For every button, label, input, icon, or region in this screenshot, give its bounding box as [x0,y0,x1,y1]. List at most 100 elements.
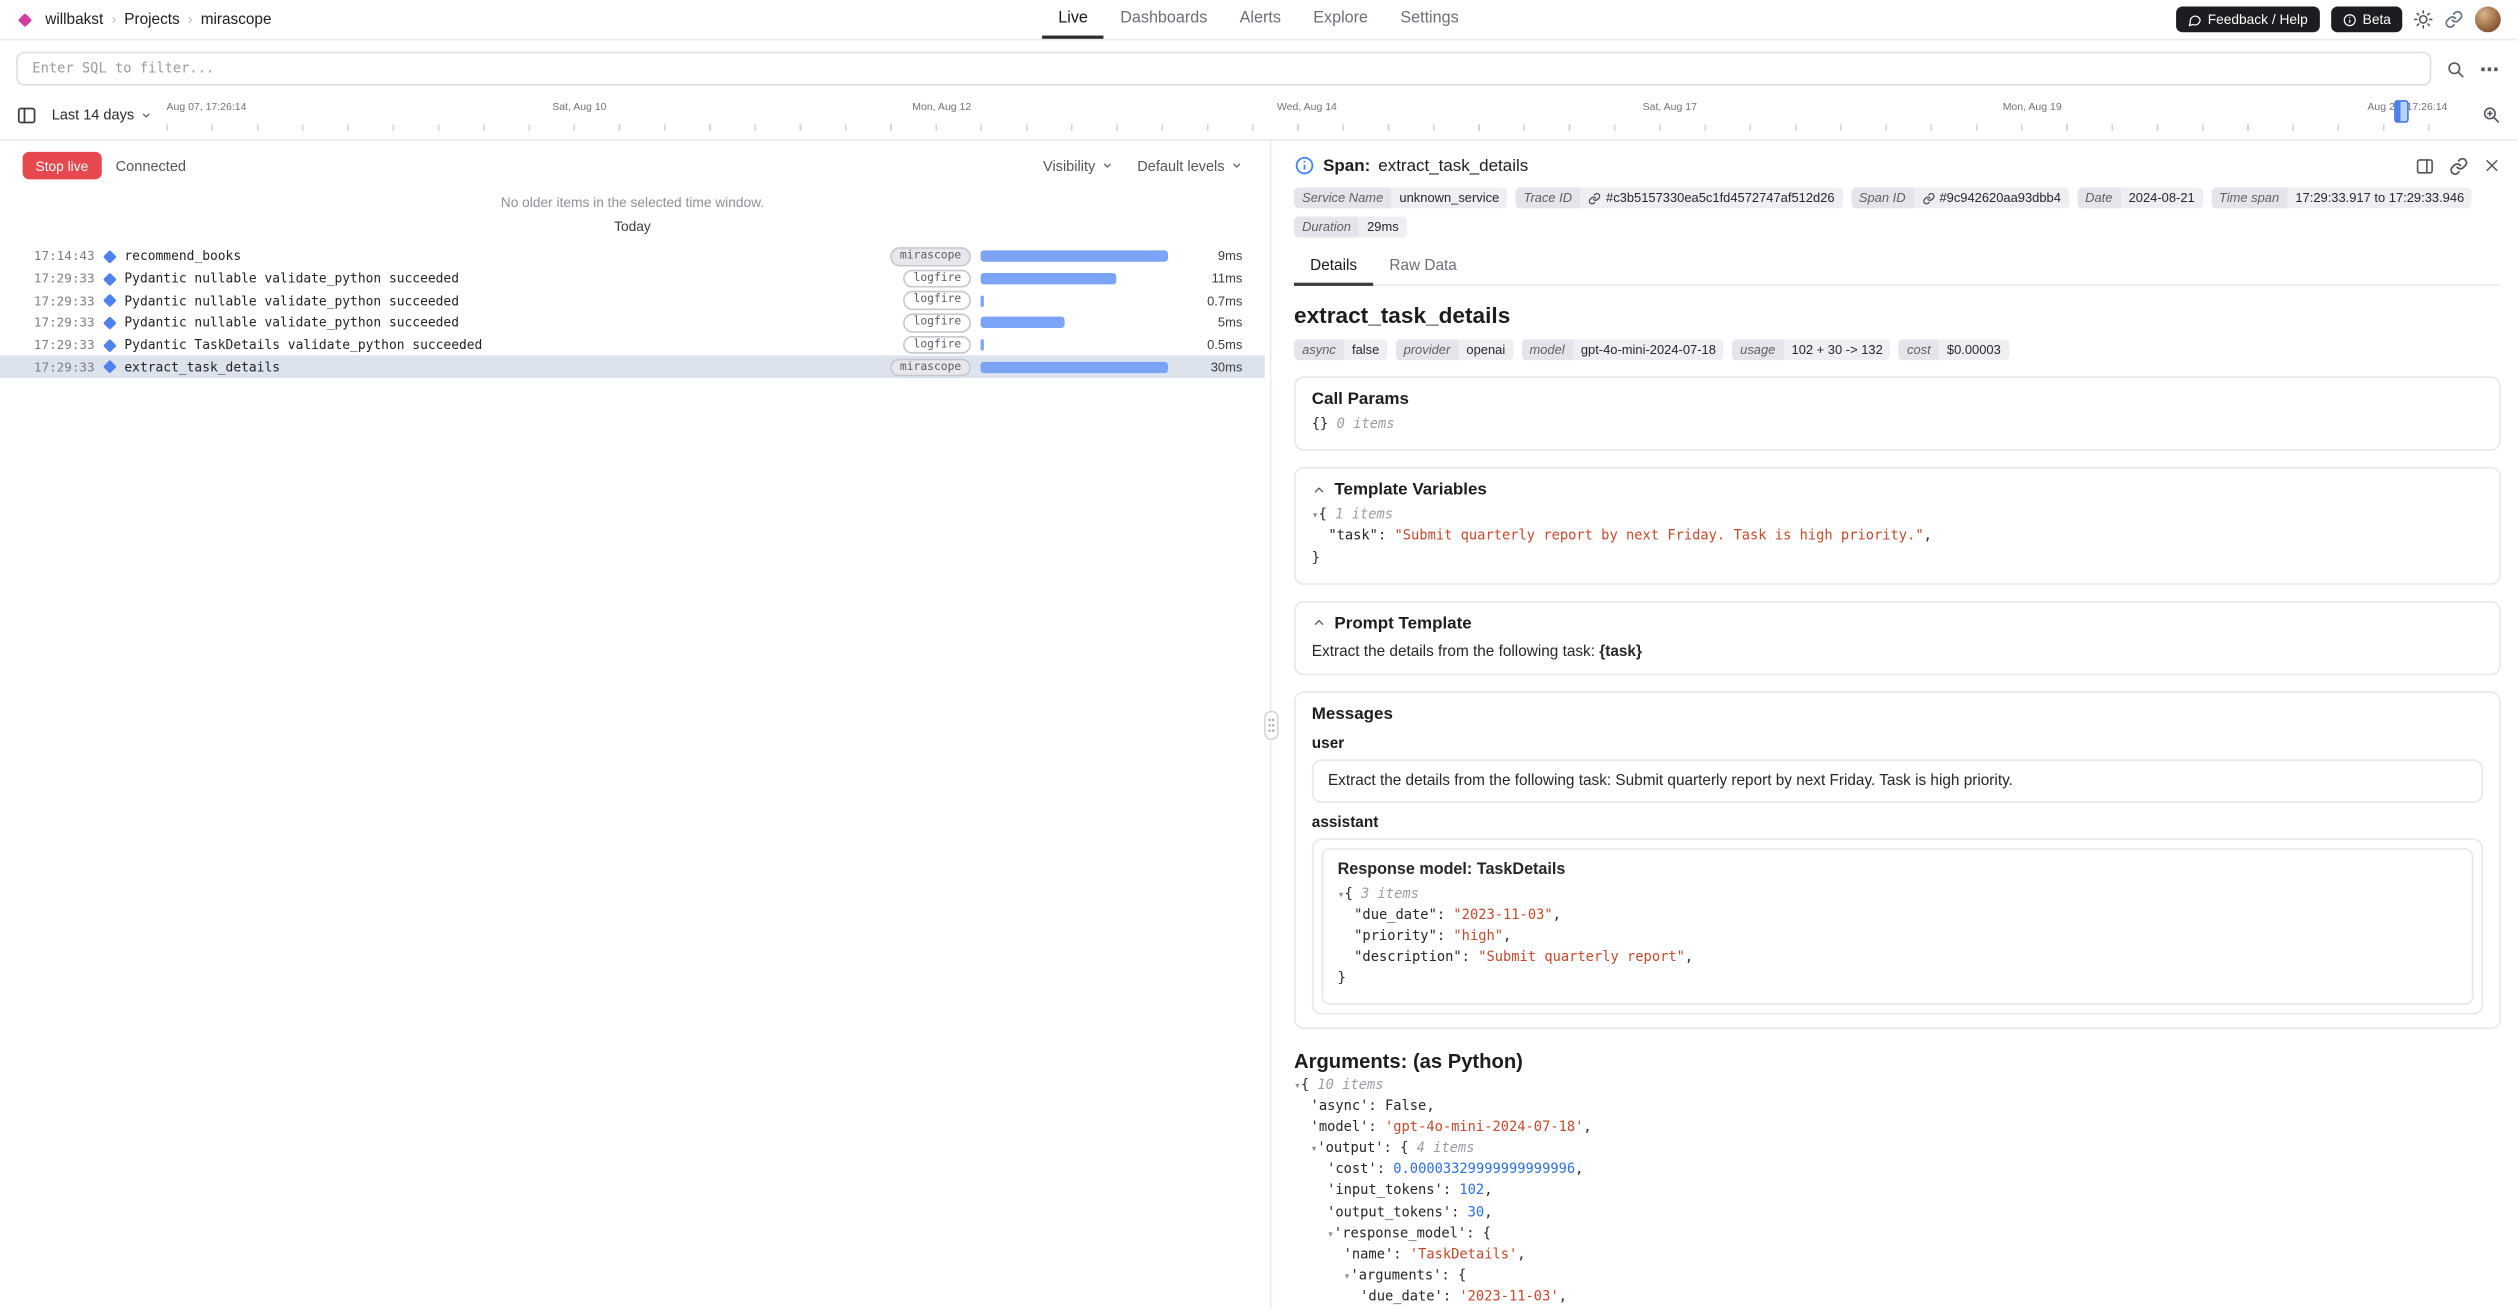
timeline-track[interactable]: Aug 07, 17:26:14Sat, Aug 10Mon, Aug 12We… [166,97,2466,133]
trace-duration-bar-track [981,312,1175,334]
dock-panel-icon[interactable] [2415,156,2434,175]
nav-tab-alerts[interactable]: Alerts [1223,0,1297,39]
trace-duration: 11ms [1184,271,1242,286]
timeline-tick-label: Wed, Aug 14 [1277,102,1337,113]
trace-tag-badge: logfire [904,314,971,333]
code-token: "description" [1338,950,1462,966]
search-icon[interactable] [2446,59,2465,78]
breadcrumb-separator: › [188,11,193,27]
code-token: 0.00003329999999999996 [1393,1162,1575,1178]
meta-badge: Duration29ms [1294,216,1407,237]
template-variables-title: Template Variables [1334,480,1486,499]
tab-details[interactable]: Details [1294,250,1373,286]
collapse-chevron-icon[interactable]: ▾ [1344,1270,1351,1283]
template-variables-toggle[interactable]: Template Variables [1312,480,2483,499]
beta-button[interactable]: Beta [2330,6,2402,32]
panel-resize-handle[interactable] [1265,141,1278,1309]
code-token: 'output' [1317,1141,1383,1157]
trace-duration-bar [981,339,984,350]
stop-live-button[interactable]: Stop live [23,152,102,179]
attribute-badge: asyncfalse [1294,339,1387,360]
trace-row[interactable]: 17:29:33extract_task_detailsmirascope30m… [0,356,1265,378]
trace-row[interactable]: 17:14:43recommend_booksmirascope9ms [0,246,1265,268]
close-panel-icon[interactable] [2483,157,2501,175]
nav-tab-settings[interactable]: Settings [1384,0,1475,39]
tab-raw-data[interactable]: Raw Data [1373,250,1473,286]
attribute-badge: modelgpt-4o-mini-2024-07-18 [1521,339,1724,360]
code-token: , [1503,929,1511,945]
span-header-label: Span: [1323,156,1370,175]
time-range-selector[interactable]: Last 14 days [52,107,152,123]
span-title: extract_task_details [1294,302,2501,328]
levels-dropdown[interactable]: Default levels [1137,158,1242,174]
trace-row[interactable]: 17:29:33Pydantic TaskDetails validate_py… [0,334,1265,356]
feedback-help-button[interactable]: Feedback / Help [2175,6,2319,32]
trace-tag-badge: logfire [904,269,971,288]
code-token: } [1338,972,1346,988]
timeline-bar: Last 14 days Aug 07, 17:26:14Sat, Aug 10… [0,97,2517,139]
code-token: , [1484,1204,1492,1220]
org-logo-icon[interactable] [16,11,34,29]
sidebar-toggle-icon[interactable] [16,104,37,125]
more-options-button[interactable]: ⋯ [2480,62,2501,75]
badge-value: 17:29:33.917 to 17:29:33.946 [2287,187,2472,208]
resize-grip-icon[interactable] [1264,710,1279,739]
span-level-icon [103,272,117,286]
timeline-zoom-icon[interactable] [2481,105,2500,124]
nav-tab-live[interactable]: Live [1042,0,1104,39]
chevron-down-icon [1231,160,1242,171]
breadcrumb-item-projects[interactable]: Projects [124,11,179,29]
sql-filter-input[interactable]: Enter SQL to filter... [16,52,2431,86]
timeline-tick-label: Sat, Aug 10 [552,102,606,113]
copy-link-icon[interactable] [2449,156,2468,175]
breadcrumb-item-mirascope[interactable]: mirascope [201,11,272,29]
span-info-icon [1294,155,1315,176]
trace-row[interactable]: 17:29:33Pydantic nullable validate_pytho… [0,290,1265,312]
span-meta-badges: Service Nameunknown_service Trace ID#c3b5… [1294,187,2501,237]
empty-notice: No older items in the selected time wind… [0,194,1265,210]
arguments-title: Arguments: (as Python) [1294,1049,2501,1072]
code-token: 1 items [1335,508,1393,524]
breadcrumb: willbakst›Projects›mirascope [45,11,271,29]
code-token: "task" [1312,529,1378,545]
code-token: 'arguments' [1350,1268,1441,1284]
breadcrumb-item-willbakst[interactable]: willbakst [45,11,103,29]
code-token: , [1685,950,1693,966]
badge-label: provider [1395,339,1458,360]
code-line: ▾{ 1 items [1312,506,2483,527]
badge-value: 29ms [1359,216,1407,237]
meta-badge: Service Nameunknown_service [1294,187,1507,208]
visibility-dropdown[interactable]: Visibility [1043,158,1113,174]
code-token: "2023-11-03" [1453,908,1552,924]
nav-tab-explore[interactable]: Explore [1297,0,1384,39]
code-token: , [1553,908,1561,924]
span-level-icon [103,338,117,352]
code-token: : [1437,908,1454,924]
prompt-template-toggle[interactable]: Prompt Template [1312,613,2483,632]
messages-card: Messages user Extract the details from t… [1294,691,2501,1028]
code-token: 'gpt-4o-mini-2024-07-18' [1385,1119,1583,1135]
trace-name: Pydantic nullable validate_python succee… [124,271,894,286]
span-attribute-badges: asyncfalseprovideropenaimodelgpt-4o-mini… [1294,339,2501,360]
trace-row[interactable]: 17:29:33Pydantic nullable validate_pytho… [0,268,1265,290]
link-icon[interactable] [1922,191,1935,204]
code-line: 'async': False, [1294,1096,2501,1117]
link-icon[interactable] [1588,191,1601,204]
timeline-selection-marker[interactable] [2394,100,2409,123]
meta-badge: Trace ID#c3b5157330ea5c1fd4572747af512d2… [1515,187,1842,208]
collapse-chevron-icon[interactable]: ▾ [1327,1227,1334,1240]
share-link-icon[interactable] [2444,10,2463,29]
timeline-tick-label: Mon, Aug 19 [2003,102,2062,113]
call-params-card: Call Params {} 0 items [1294,376,2501,451]
trace-row[interactable]: 17:29:33Pydantic nullable validate_pytho… [0,312,1265,334]
nav-tab-dashboards[interactable]: Dashboards [1104,0,1223,39]
theme-toggle-icon[interactable] [2414,10,2433,29]
badge-label: Time span [2211,187,2287,208]
feedback-help-label: Feedback / Help [2208,11,2308,27]
code-line: 'due_date': '2023-11-03', [1294,1288,2501,1309]
user-avatar[interactable] [2475,6,2501,32]
code-line: ▾'output': { 4 items [1294,1139,2501,1160]
assistant-message: Response model: TaskDetails ▾{ 3 items "… [1312,838,2483,1014]
logfire-app: willbakst›Projects›mirascope LiveDashboa… [0,0,2517,1309]
badge-label: model [1521,339,1572,360]
